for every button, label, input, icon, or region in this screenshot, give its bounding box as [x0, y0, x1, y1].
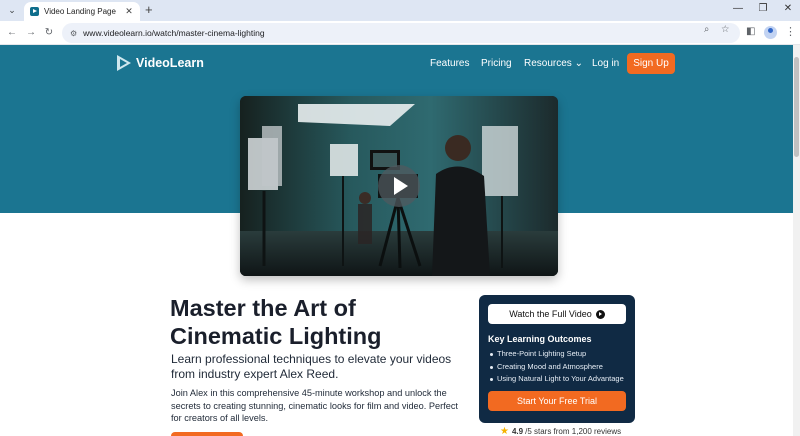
browser-tab[interactable]: Video Landing Page ✕: [24, 2, 140, 21]
nav-resources[interactable]: Resources ⌄: [524, 58, 583, 69]
favicon-icon: [30, 7, 39, 16]
signup-button[interactable]: Sign Up: [627, 53, 675, 74]
watch-button-label: Watch the Full Video: [509, 309, 592, 319]
reload-icon[interactable]: ↻: [42, 26, 56, 40]
play-circle-icon: [595, 309, 605, 319]
star-icon: ★: [500, 426, 509, 436]
free-trial-button[interactable]: Start Your Free Trial: [488, 391, 626, 411]
nav-features[interactable]: Features: [430, 58, 469, 69]
outcomes-list: Three-Point Lighting Setup Creating Mood…: [488, 348, 624, 386]
address-bar[interactable]: ⚙ www.videolearn.io/watch/master-cinema-…: [62, 23, 740, 43]
list-item: Creating Mood and Atmosphere: [488, 361, 624, 374]
restore-icon[interactable]: ❐: [756, 3, 770, 14]
browser-tab-strip: ⌄ Video Landing Page ✕ + — ❐ ✕: [0, 0, 800, 21]
learning-card: Watch the Full Video Key Learning Outcom…: [479, 295, 635, 423]
browser-toolbar: ← → ↻ ⚙ www.videolearn.io/watch/master-c…: [0, 21, 800, 45]
play-logo-icon: [116, 55, 132, 71]
chevron-down-icon: ⌄: [574, 58, 583, 69]
kebab-menu-icon[interactable]: ⋮: [785, 25, 796, 38]
site-info-icon[interactable]: ⚙: [70, 29, 77, 38]
play-button-icon[interactable]: [378, 165, 420, 207]
tab-search-icon[interactable]: ⌄: [4, 3, 20, 18]
rating-score: 4.9: [511, 427, 524, 436]
bookmark-star-icon[interactable]: ☆: [721, 24, 730, 35]
tab-close-icon[interactable]: ✕: [124, 6, 134, 17]
profile-avatar-icon[interactable]: [764, 26, 777, 39]
back-icon[interactable]: ←: [5, 26, 19, 40]
page-subtitle: Learn professional techniques to elevate…: [171, 352, 452, 381]
window-close-icon[interactable]: ✕: [781, 3, 795, 14]
nav-resources-label: Resources: [524, 58, 572, 69]
list-item: Three-Point Lighting Setup: [488, 348, 624, 361]
scrollbar-thumb[interactable]: [794, 57, 799, 157]
forward-icon[interactable]: →: [24, 26, 38, 40]
page-title: Master the Art of Cinematic Lighting: [170, 295, 382, 349]
new-tab-button[interactable]: +: [145, 3, 153, 17]
list-item: Using Natural Light to Your Advantage: [488, 373, 624, 386]
description-text: Join Alex in this comprehensive 45-minut…: [171, 388, 458, 423]
url-text[interactable]: www.videolearn.io/watch/master-cinema-li…: [83, 28, 264, 38]
outcomes-heading: Key Learning Outcomes: [488, 334, 592, 344]
site-logo[interactable]: VideoLearn: [116, 55, 204, 71]
tab-title: Video Landing Page: [44, 7, 116, 16]
nav-login[interactable]: Log in: [592, 58, 619, 69]
brand-name: VideoLearn: [136, 56, 204, 70]
rating-suffix: /5 stars from 1,200 reviews: [525, 427, 622, 436]
page-scrollbar[interactable]: [793, 45, 800, 436]
side-panel-icon[interactable]: ◧: [746, 26, 755, 37]
watch-full-video-button[interactable]: Watch the Full Video: [488, 304, 626, 324]
primary-cta-button[interactable]: [171, 432, 243, 436]
zoom-icon[interactable]: ⌕: [704, 24, 709, 35]
minimize-icon[interactable]: —: [731, 3, 745, 14]
rating-summary: ★ 4.9 /5 stars from 1,200 reviews: [500, 426, 621, 436]
nav-pricing[interactable]: Pricing: [481, 58, 512, 69]
